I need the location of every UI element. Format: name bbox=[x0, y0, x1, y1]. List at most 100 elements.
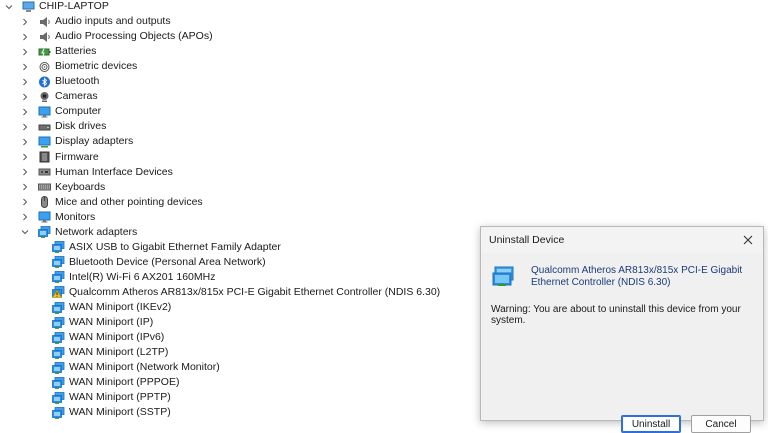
tree-item-label: Bluetooth Device (Personal Area Network) bbox=[69, 255, 266, 268]
expander[interactable] bbox=[20, 137, 30, 147]
tree-device-item[interactable]: Bluetooth Device (Personal Area Network) bbox=[52, 255, 266, 270]
display-adapter-icon bbox=[38, 136, 51, 148]
network-adapter-icon bbox=[52, 361, 65, 374]
tree-device-item[interactable]: WAN Miniport (L2TP) bbox=[52, 345, 168, 360]
uninstall-device-dialog: Uninstall Device Qualcomm Atheros AR813x… bbox=[480, 226, 764, 433]
expander[interactable] bbox=[20, 107, 30, 117]
monitor-icon bbox=[38, 211, 51, 223]
tree-item-label: WAN Miniport (PPTP) bbox=[69, 391, 171, 404]
dialog-warning-text: Warning: You are about to uninstall this… bbox=[491, 304, 741, 326]
close-icon bbox=[743, 235, 753, 245]
tree-device-item[interactable]: WAN Miniport (SSTP) bbox=[52, 405, 171, 420]
tree-item-label: Bluetooth bbox=[55, 75, 100, 88]
computer-root-icon bbox=[22, 1, 35, 13]
tree-device-item[interactable]: WAN Miniport (Network Monitor) bbox=[52, 360, 220, 375]
tree-item-label: WAN Miniport (PPPOE) bbox=[69, 376, 180, 389]
mouse-icon bbox=[38, 196, 51, 209]
tree-item-label: Batteries bbox=[55, 45, 97, 58]
tree-category-item[interactable]: Disk drives bbox=[20, 119, 106, 134]
tree-item-label: Intel(R) Wi-Fi 6 AX201 160MHz bbox=[69, 270, 216, 283]
tree-item-label: Cameras bbox=[55, 90, 98, 103]
tree-category-item[interactable]: Bluetooth bbox=[20, 74, 99, 89]
battery-icon bbox=[38, 46, 51, 58]
tree-item-label: WAN Miniport (L2TP) bbox=[69, 346, 169, 359]
bluetooth-icon bbox=[38, 76, 51, 88]
tree-category-item[interactable]: Display adapters bbox=[20, 134, 133, 149]
speaker-icon bbox=[38, 31, 51, 43]
network-adapter-icon bbox=[52, 256, 65, 269]
tree-item-label: Network adapters bbox=[55, 225, 138, 238]
tree-item-label: WAN Miniport (IPv6) bbox=[69, 331, 165, 344]
tree-device-item[interactable]: ASIX USB to Gigabit Ethernet Family Adap… bbox=[52, 240, 281, 255]
chevron-down-icon bbox=[21, 230, 29, 235]
tree-device-item[interactable]: WAN Miniport (PPTP) bbox=[52, 390, 171, 405]
expander[interactable] bbox=[20, 17, 30, 27]
network-adapter-icon bbox=[52, 301, 65, 314]
network-adapter-icon bbox=[52, 271, 65, 284]
expander[interactable] bbox=[20, 182, 30, 192]
chevron-right-icon bbox=[23, 198, 28, 206]
expander[interactable] bbox=[20, 152, 30, 162]
tree-device-item[interactable]: WAN Miniport (IPv6) bbox=[52, 330, 164, 345]
uninstall-button[interactable]: Uninstall bbox=[621, 415, 681, 433]
tree-category-item[interactable]: Keyboards bbox=[20, 180, 105, 195]
expander[interactable] bbox=[20, 167, 30, 177]
expander[interactable] bbox=[20, 92, 30, 102]
tree-item-label: WAN Miniport (SSTP) bbox=[69, 406, 171, 419]
tree-category-item[interactable]: Audio inputs and outputs bbox=[20, 14, 171, 29]
network-adapter-icon bbox=[52, 346, 65, 359]
keyboard-icon bbox=[38, 181, 51, 193]
tree-category-item[interactable]: Computer bbox=[20, 104, 101, 119]
tree-category-item[interactable]: Mice and other pointing devices bbox=[20, 195, 203, 210]
tree-device-item[interactable]: Qualcomm Atheros AR813x/815x PCI-E Gigab… bbox=[52, 285, 440, 300]
network-adapter-icon bbox=[52, 241, 65, 254]
network-adapter-icon bbox=[492, 266, 514, 286]
tree-category-item[interactable]: Biometric devices bbox=[20, 59, 137, 74]
tree-item-label: ASIX USB to Gigabit Ethernet Family Adap… bbox=[69, 240, 281, 253]
cancel-button[interactable]: Cancel bbox=[691, 415, 751, 433]
tree-category-item[interactable]: Cameras bbox=[20, 89, 98, 104]
tree-category-item[interactable]: Network adapters bbox=[20, 225, 137, 240]
tree-category-item[interactable]: Audio Processing Objects (APOs) bbox=[20, 29, 213, 44]
network-adapter-icon bbox=[52, 391, 65, 404]
tree-category-item[interactable]: Human Interface Devices bbox=[20, 165, 173, 180]
expander[interactable] bbox=[20, 32, 30, 42]
tree-device-item[interactable]: WAN Miniport (IKEv2) bbox=[52, 300, 171, 315]
network-adapter-icon bbox=[52, 406, 65, 419]
expander[interactable] bbox=[20, 122, 30, 132]
camera-icon bbox=[38, 91, 51, 103]
expander[interactable] bbox=[20, 212, 30, 222]
expander[interactable] bbox=[4, 2, 14, 12]
speaker-icon bbox=[38, 16, 51, 28]
chevron-right-icon bbox=[23, 153, 28, 161]
tree-category-item[interactable]: Batteries bbox=[20, 44, 96, 59]
tree-root-computer[interactable]: CHIP-LAPTOP bbox=[4, 0, 109, 14]
tree-item-label: Disk drives bbox=[55, 120, 107, 133]
expander[interactable] bbox=[20, 47, 30, 57]
network-adapter-warning-icon bbox=[52, 286, 65, 299]
network-adapter-icon bbox=[52, 376, 65, 389]
chevron-right-icon bbox=[23, 48, 28, 55]
chevron-right-icon bbox=[23, 93, 28, 101]
monitor-icon bbox=[38, 106, 51, 118]
chevron-right-icon bbox=[23, 33, 28, 40]
tree-device-item[interactable]: WAN Miniport (PPPOE) bbox=[52, 375, 179, 390]
dialog-device-name: Qualcomm Atheros AR813x/815x PCI-E Gigab… bbox=[531, 265, 743, 288]
tree-item-label: WAN Miniport (Network Monitor) bbox=[69, 361, 220, 374]
dialog-body: Qualcomm Atheros AR813x/815x PCI-E Gigab… bbox=[482, 253, 762, 433]
tree-item-label: Computer bbox=[55, 105, 102, 118]
expander[interactable] bbox=[20, 197, 30, 207]
tree-item-label: Human Interface Devices bbox=[55, 165, 173, 178]
tree-category-item[interactable]: Firmware bbox=[20, 150, 99, 165]
disk-drive-icon bbox=[38, 121, 51, 133]
expander[interactable] bbox=[20, 62, 30, 72]
expander[interactable] bbox=[20, 227, 30, 237]
tree-item-label: Keyboards bbox=[55, 180, 106, 193]
dialog-close-button[interactable] bbox=[738, 230, 758, 250]
expander[interactable] bbox=[20, 77, 30, 87]
tree-device-item[interactable]: Intel(R) Wi-Fi 6 AX201 160MHz bbox=[52, 270, 215, 285]
tree-item-label: Audio Processing Objects (APOs) bbox=[55, 30, 213, 43]
tree-device-item[interactable]: WAN Miniport (IP) bbox=[52, 315, 153, 330]
tree-category-item[interactable]: Monitors bbox=[20, 210, 95, 225]
chevron-right-icon bbox=[23, 123, 28, 131]
